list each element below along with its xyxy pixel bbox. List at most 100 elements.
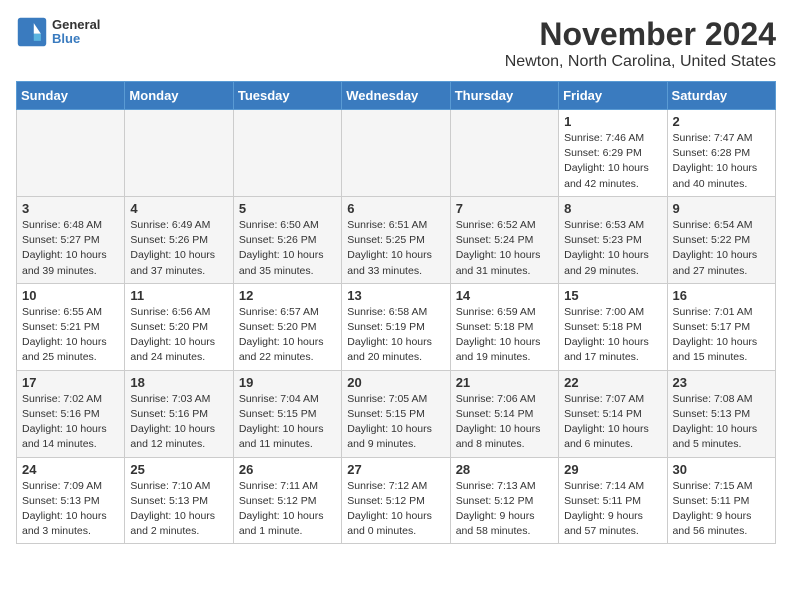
day-number: 19 <box>239 375 336 390</box>
day-info: Sunrise: 7:14 AM Sunset: 5:11 PM Dayligh… <box>564 479 661 540</box>
day-cell: 6 Sunrise: 6:51 AM Sunset: 5:25 PM Daylig… <box>342 196 450 283</box>
day-cell: 20 Sunrise: 7:05 AM Sunset: 5:15 PM Dayli… <box>342 370 450 457</box>
day-number: 29 <box>564 462 661 477</box>
day-number: 5 <box>239 201 336 216</box>
header-wednesday: Wednesday <box>342 82 450 110</box>
day-cell: 7Sunrise: 6:52 AM Sunset: 5:24 PM Daylig… <box>450 196 558 283</box>
day-cell: 5 Sunrise: 6:50 AM Sunset: 5:26 PM Daylig… <box>233 196 341 283</box>
day-number: 9 <box>673 201 770 216</box>
day-info: Sunrise: 6:57 AM Sunset: 5:20 PM Dayligh… <box>239 305 336 366</box>
day-cell: 30 Sunrise: 7:15 AM Sunset: 5:11 PM Dayli… <box>667 457 775 544</box>
week-row-2: 3 Sunrise: 6:48 AM Sunset: 5:27 PM Daylig… <box>17 196 776 283</box>
day-cell: 3 Sunrise: 6:48 AM Sunset: 5:27 PM Daylig… <box>17 196 125 283</box>
day-info: Sunrise: 7:07 AM Sunset: 5:14 PM Dayligh… <box>564 392 661 453</box>
day-info: Sunrise: 7:00 AM Sunset: 5:18 PM Dayligh… <box>564 305 661 366</box>
day-info: Sunrise: 7:13 AM Sunset: 5:12 PM Dayligh… <box>456 479 553 540</box>
day-info: Sunrise: 7:08 AM Sunset: 5:13 PM Dayligh… <box>673 392 770 453</box>
day-info: Sunrise: 7:06 AM Sunset: 5:14 PM Dayligh… <box>456 392 553 453</box>
day-info: Sunrise: 6:49 AM Sunset: 5:26 PM Dayligh… <box>130 218 227 279</box>
day-cell: 13Sunrise: 6:58 AM Sunset: 5:19 PM Dayli… <box>342 283 450 370</box>
logo: General Blue <box>16 16 100 48</box>
logo-icon <box>16 16 48 48</box>
day-info: Sunrise: 7:05 AM Sunset: 5:15 PM Dayligh… <box>347 392 444 453</box>
day-cell: 23 Sunrise: 7:08 AM Sunset: 5:13 PM Dayli… <box>667 370 775 457</box>
day-cell: 22 Sunrise: 7:07 AM Sunset: 5:14 PM Dayli… <box>559 370 667 457</box>
day-cell <box>342 110 450 197</box>
day-number: 30 <box>673 462 770 477</box>
day-info: Sunrise: 7:46 AM Sunset: 6:29 PM Dayligh… <box>564 131 661 192</box>
day-info: Sunrise: 6:51 AM Sunset: 5:25 PM Dayligh… <box>347 218 444 279</box>
logo-line2: Blue <box>52 32 100 46</box>
day-info: Sunrise: 7:02 AM Sunset: 5:16 PM Dayligh… <box>22 392 119 453</box>
calendar-table: SundayMondayTuesdayWednesdayThursdayFrid… <box>16 81 776 544</box>
day-cell: 14 Sunrise: 6:59 AM Sunset: 5:18 PM Dayli… <box>450 283 558 370</box>
day-info: Sunrise: 6:53 AM Sunset: 5:23 PM Dayligh… <box>564 218 661 279</box>
day-number: 17 <box>22 375 119 390</box>
day-info: Sunrise: 7:03 AM Sunset: 5:16 PM Dayligh… <box>130 392 227 453</box>
day-cell: 24 Sunrise: 7:09 AM Sunset: 5:13 PM Dayli… <box>17 457 125 544</box>
day-cell <box>17 110 125 197</box>
calendar-header-row: SundayMondayTuesdayWednesdayThursdayFrid… <box>17 82 776 110</box>
day-cell <box>450 110 558 197</box>
day-number: 12 <box>239 288 336 303</box>
day-info: Sunrise: 7:09 AM Sunset: 5:13 PM Dayligh… <box>22 479 119 540</box>
day-number: 15 <box>564 288 661 303</box>
page-header: General Blue November 2024 Newton, North… <box>16 16 776 71</box>
day-info: Sunrise: 7:47 AM Sunset: 6:28 PM Dayligh… <box>673 131 770 192</box>
day-number: 1 <box>564 114 661 129</box>
day-info: Sunrise: 7:12 AM Sunset: 5:12 PM Dayligh… <box>347 479 444 540</box>
day-number: 27 <box>347 462 444 477</box>
day-number: 7 <box>456 201 553 216</box>
day-number: 28 <box>456 462 553 477</box>
header-thursday: Thursday <box>450 82 558 110</box>
day-info: Sunrise: 6:50 AM Sunset: 5:26 PM Dayligh… <box>239 218 336 279</box>
day-number: 20 <box>347 375 444 390</box>
day-cell: 26Sunrise: 7:11 AM Sunset: 5:12 PM Dayli… <box>233 457 341 544</box>
day-number: 26 <box>239 462 336 477</box>
day-cell: 8Sunrise: 6:53 AM Sunset: 5:23 PM Daylig… <box>559 196 667 283</box>
day-number: 2 <box>673 114 770 129</box>
day-cell: 21 Sunrise: 7:06 AM Sunset: 5:14 PM Dayli… <box>450 370 558 457</box>
day-number: 23 <box>673 375 770 390</box>
day-cell: 12 Sunrise: 6:57 AM Sunset: 5:20 PM Dayli… <box>233 283 341 370</box>
day-info: Sunrise: 6:48 AM Sunset: 5:27 PM Dayligh… <box>22 218 119 279</box>
day-number: 6 <box>347 201 444 216</box>
day-number: 14 <box>456 288 553 303</box>
header-monday: Monday <box>125 82 233 110</box>
day-number: 25 <box>130 462 227 477</box>
day-cell: 11Sunrise: 6:56 AM Sunset: 5:20 PM Dayli… <box>125 283 233 370</box>
day-cell: 18 Sunrise: 7:03 AM Sunset: 5:16 PM Dayli… <box>125 370 233 457</box>
day-cell: 1 Sunrise: 7:46 AM Sunset: 6:29 PM Daylig… <box>559 110 667 197</box>
day-number: 18 <box>130 375 227 390</box>
day-cell: 9 Sunrise: 6:54 AM Sunset: 5:22 PM Daylig… <box>667 196 775 283</box>
day-cell: 17 Sunrise: 7:02 AM Sunset: 5:16 PM Dayli… <box>17 370 125 457</box>
day-cell: 16 Sunrise: 7:01 AM Sunset: 5:17 PM Dayli… <box>667 283 775 370</box>
day-cell: 4Sunrise: 6:49 AM Sunset: 5:26 PM Daylig… <box>125 196 233 283</box>
day-info: Sunrise: 7:01 AM Sunset: 5:17 PM Dayligh… <box>673 305 770 366</box>
day-cell <box>233 110 341 197</box>
day-number: 13 <box>347 288 444 303</box>
day-cell: 2 Sunrise: 7:47 AM Sunset: 6:28 PM Daylig… <box>667 110 775 197</box>
day-cell <box>125 110 233 197</box>
day-number: 16 <box>673 288 770 303</box>
day-cell: 25Sunrise: 7:10 AM Sunset: 5:13 PM Dayli… <box>125 457 233 544</box>
week-row-1: 1 Sunrise: 7:46 AM Sunset: 6:29 PM Daylig… <box>17 110 776 197</box>
logo-line1: General <box>52 18 100 32</box>
day-number: 24 <box>22 462 119 477</box>
day-number: 3 <box>22 201 119 216</box>
day-number: 22 <box>564 375 661 390</box>
day-number: 10 <box>22 288 119 303</box>
day-cell: 27 Sunrise: 7:12 AM Sunset: 5:12 PM Dayli… <box>342 457 450 544</box>
day-info: Sunrise: 6:55 AM Sunset: 5:21 PM Dayligh… <box>22 305 119 366</box>
day-cell: 10 Sunrise: 6:55 AM Sunset: 5:21 PM Dayli… <box>17 283 125 370</box>
day-info: Sunrise: 6:59 AM Sunset: 5:18 PM Dayligh… <box>456 305 553 366</box>
day-cell: 15 Sunrise: 7:00 AM Sunset: 5:18 PM Dayli… <box>559 283 667 370</box>
week-row-4: 17 Sunrise: 7:02 AM Sunset: 5:16 PM Dayli… <box>17 370 776 457</box>
header-friday: Friday <box>559 82 667 110</box>
day-info: Sunrise: 6:54 AM Sunset: 5:22 PM Dayligh… <box>673 218 770 279</box>
day-number: 21 <box>456 375 553 390</box>
day-cell: 28 Sunrise: 7:13 AM Sunset: 5:12 PM Dayli… <box>450 457 558 544</box>
day-info: Sunrise: 7:15 AM Sunset: 5:11 PM Dayligh… <box>673 479 770 540</box>
header-sunday: Sunday <box>17 82 125 110</box>
day-cell: 29 Sunrise: 7:14 AM Sunset: 5:11 PM Dayli… <box>559 457 667 544</box>
